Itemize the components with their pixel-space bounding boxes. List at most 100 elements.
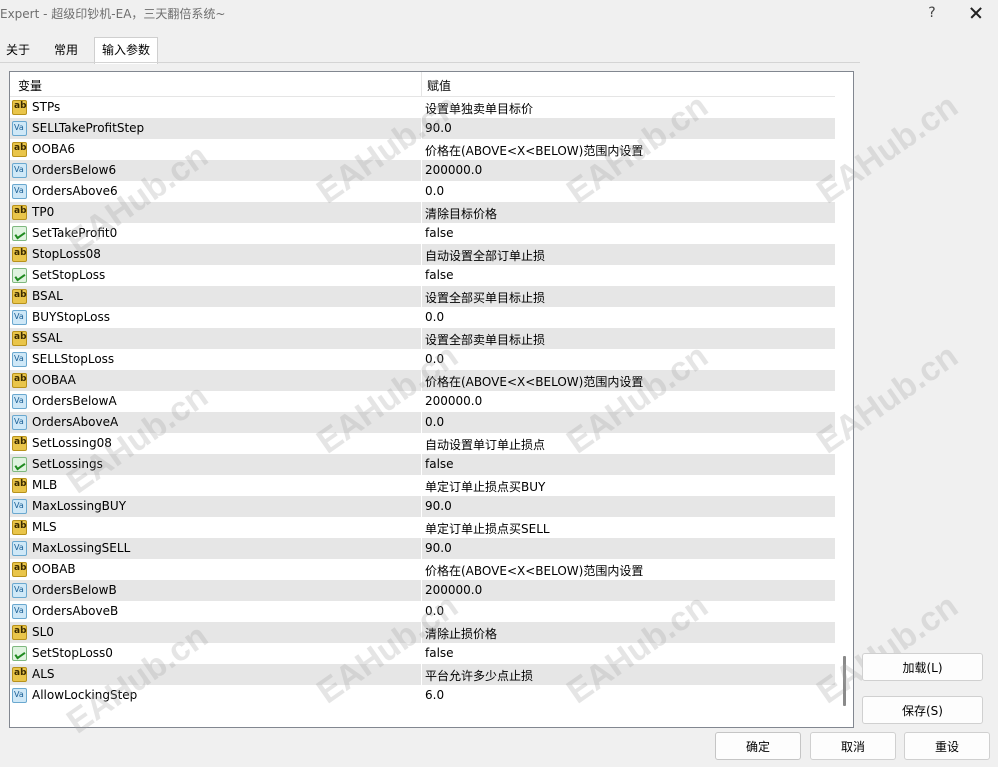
- cell-divider: [421, 496, 422, 517]
- vertical-scrollbar-track[interactable]: [843, 72, 853, 727]
- parameter-value[interactable]: 清除目标价格: [425, 205, 497, 222]
- parameter-value[interactable]: 0.0: [425, 310, 444, 324]
- parameter-row[interactable]: TP0 清除目标价格: [10, 202, 835, 223]
- parameter-value[interactable]: 设置全部卖单目标止损: [425, 331, 545, 348]
- parameter-value[interactable]: false: [425, 457, 454, 471]
- cell-divider: [421, 454, 422, 475]
- scrollbar-thumb[interactable]: [843, 656, 846, 706]
- parameter-value[interactable]: 清除止损价格: [425, 625, 497, 642]
- close-icon[interactable]: [963, 2, 989, 24]
- parameter-value[interactable]: false: [425, 226, 454, 240]
- parameter-row[interactable]: STPs 设置单独卖单目标价: [10, 97, 835, 118]
- parameter-value[interactable]: 价格在(ABOVE<X<BELOW)范围内设置: [425, 373, 643, 390]
- parameter-row[interactable]: MLS 单定订单止损点买SELL: [10, 517, 835, 538]
- parameter-row[interactable]: ALS 平台允许多少点止损: [10, 664, 835, 685]
- parameter-name: BUYStopLoss: [32, 310, 110, 324]
- parameter-name: SELLTakeProfitStep: [32, 121, 145, 135]
- parameter-row[interactable]: SSAL 设置全部卖单目标止损: [10, 328, 835, 349]
- parameter-row[interactable]: OOBAB 价格在(ABOVE<X<BELOW)范围内设置: [10, 559, 835, 580]
- parameter-row[interactable]: AllowLockingStep 6.0: [10, 685, 835, 706]
- save-button[interactable]: 保存(S): [862, 696, 983, 724]
- cell-divider: [421, 349, 422, 370]
- reset-button[interactable]: 重设: [904, 732, 990, 760]
- parameter-row[interactable]: SetStopLoss false: [10, 265, 835, 286]
- parameter-row[interactable]: SL0 清除止损价格: [10, 622, 835, 643]
- boolean-type-icon: [12, 268, 27, 283]
- string-type-icon: [12, 205, 27, 220]
- parameter-row[interactable]: BUYStopLoss 0.0: [10, 307, 835, 328]
- parameter-value[interactable]: 0.0: [425, 352, 444, 366]
- cell-divider: [421, 517, 422, 538]
- parameter-value[interactable]: 6.0: [425, 688, 444, 702]
- parameter-value[interactable]: 200000.0: [425, 583, 482, 597]
- tab-about[interactable]: 关于: [0, 38, 36, 62]
- parameter-value[interactable]: 0.0: [425, 415, 444, 429]
- string-type-icon: [12, 436, 27, 451]
- parameter-value[interactable]: 单定订单止损点买SELL: [425, 520, 550, 537]
- parameter-row[interactable]: OrdersAboveA 0.0: [10, 412, 835, 433]
- parameter-row[interactable]: MaxLossingSELL 90.0: [10, 538, 835, 559]
- column-separator[interactable]: [421, 72, 422, 96]
- parameter-row[interactable]: SetStopLoss0 false: [10, 643, 835, 664]
- parameter-row[interactable]: OrdersAboveB 0.0: [10, 601, 835, 622]
- parameter-value[interactable]: 设置单独卖单目标价: [425, 100, 533, 117]
- help-button[interactable]: ?: [920, 2, 944, 24]
- parameter-row[interactable]: SELLStopLoss 0.0: [10, 349, 835, 370]
- cell-divider: [421, 622, 422, 643]
- numeric-type-icon: [12, 184, 27, 199]
- string-type-icon: [12, 142, 27, 157]
- column-header-value[interactable]: 赋值: [427, 77, 451, 94]
- parameter-row[interactable]: MaxLossingBUY 90.0: [10, 496, 835, 517]
- parameter-name: MLS: [32, 520, 57, 534]
- parameter-value[interactable]: 价格在(ABOVE<X<BELOW)范围内设置: [425, 142, 643, 159]
- parameter-row[interactable]: OOBAA 价格在(ABOVE<X<BELOW)范围内设置: [10, 370, 835, 391]
- cancel-button[interactable]: 取消: [810, 732, 896, 760]
- parameter-row[interactable]: SetLossings false: [10, 454, 835, 475]
- parameter-value[interactable]: false: [425, 646, 454, 660]
- parameter-value[interactable]: 0.0: [425, 184, 444, 198]
- parameter-row[interactable]: StopLoss08 自动设置全部订单止损: [10, 244, 835, 265]
- numeric-type-icon: [12, 541, 27, 556]
- parameters-grid[interactable]: 变量 赋值 STPs 设置单独卖单目标价 SELLTakeProfitStep 90.…: [9, 71, 854, 728]
- parameter-row[interactable]: SetTakeProfit0 false: [10, 223, 835, 244]
- boolean-type-icon: [12, 226, 27, 241]
- parameter-value[interactable]: 自动设置单订单止损点: [425, 436, 545, 453]
- parameter-row[interactable]: BSAL 设置全部买单目标止损: [10, 286, 835, 307]
- parameter-row[interactable]: OrdersBelowA 200000.0: [10, 391, 835, 412]
- parameter-name: StopLoss08: [32, 247, 101, 261]
- parameter-name: MaxLossingSELL: [32, 541, 131, 555]
- cell-divider: [421, 643, 422, 664]
- parameter-value[interactable]: 90.0: [425, 121, 452, 135]
- parameter-value[interactable]: 平台允许多少点止损: [425, 667, 533, 684]
- parameter-row[interactable]: OrdersAbove6 0.0: [10, 181, 835, 202]
- parameter-name: MLB: [32, 478, 58, 492]
- parameter-row[interactable]: SetLossing08 自动设置单订单止损点: [10, 433, 835, 454]
- parameter-value[interactable]: 单定订单止损点买BUY: [425, 478, 545, 495]
- parameter-value[interactable]: 自动设置全部订单止损: [425, 247, 545, 264]
- cell-divider: [421, 244, 422, 265]
- cell-divider: [421, 412, 422, 433]
- parameter-row[interactable]: OrdersBelow6 200000.0: [10, 160, 835, 181]
- parameter-name: OOBAB: [32, 562, 76, 576]
- column-header-variable[interactable]: 变量: [18, 77, 42, 94]
- parameter-value[interactable]: 90.0: [425, 499, 452, 513]
- parameter-value[interactable]: 90.0: [425, 541, 452, 555]
- parameter-row[interactable]: MLB 单定订单止损点买BUY: [10, 475, 835, 496]
- parameter-value[interactable]: 200000.0: [425, 394, 482, 408]
- load-button[interactable]: 加载(L): [862, 653, 983, 681]
- parameter-value[interactable]: 0.0: [425, 604, 444, 618]
- tab-common[interactable]: 常用: [44, 38, 88, 62]
- ok-button[interactable]: 确定: [715, 732, 801, 760]
- parameter-value[interactable]: 设置全部买单目标止损: [425, 289, 545, 306]
- parameter-name: SetTakeProfit0: [32, 226, 118, 240]
- tab-inputs[interactable]: 输入参数: [94, 37, 158, 64]
- parameter-row[interactable]: OrdersBelowB 200000.0: [10, 580, 835, 601]
- parameter-value[interactable]: 200000.0: [425, 163, 482, 177]
- parameter-row[interactable]: SELLTakeProfitStep 90.0: [10, 118, 835, 139]
- parameter-value[interactable]: 价格在(ABOVE<X<BELOW)范围内设置: [425, 562, 643, 579]
- parameter-name: SetStopLoss: [32, 268, 106, 282]
- string-type-icon: [12, 667, 27, 682]
- parameter-name: SetStopLoss0: [32, 646, 113, 660]
- parameter-row[interactable]: OOBA6 价格在(ABOVE<X<BELOW)范围内设置: [10, 139, 835, 160]
- parameter-value[interactable]: false: [425, 268, 454, 282]
